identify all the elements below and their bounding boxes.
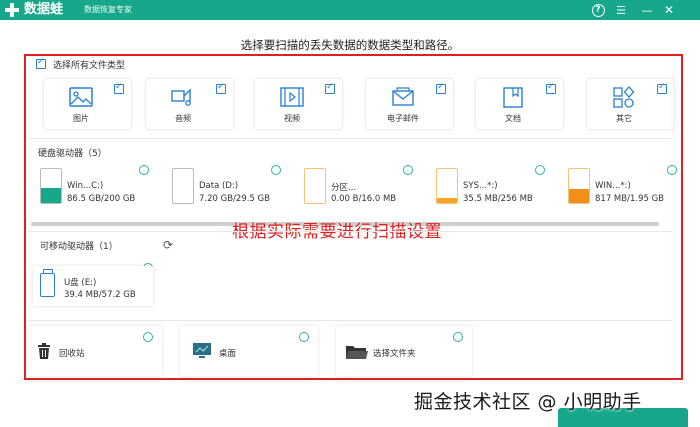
drive-icon [568, 168, 590, 204]
help-button[interactable]: ? [589, 1, 607, 19]
section-divider [28, 138, 672, 139]
drive-icon [40, 168, 62, 204]
help-icon: ? [591, 3, 605, 17]
menu-button[interactable]: ☰ [612, 1, 630, 19]
type-label: 视频 [284, 114, 300, 123]
type-card-email[interactable]: 电子邮件 [366, 79, 453, 129]
type-checkbox[interactable] [325, 82, 335, 94]
type-card-other[interactable]: 其它 [587, 79, 674, 129]
location-radio[interactable] [299, 332, 309, 342]
drive-item[interactable]: WIN...*:) 817 MB/1.95 GB [568, 165, 698, 210]
type-card-image[interactable]: 图片 [44, 79, 131, 129]
instruction-text: 选择要扫描的丢失数据的数据类型和路径。 [240, 38, 460, 52]
removable-drives-title: 可移动驱动器（1） [40, 242, 118, 252]
drive-item[interactable]: SYS...*:) 35.5 MB/256 MB [436, 165, 566, 210]
drive-size: 817 MB/1.95 GB [595, 194, 665, 204]
type-label: 其它 [616, 114, 632, 123]
app-name: 数据蛙 [24, 2, 64, 17]
drive-size: 7.20 GB/29.5 GB [199, 194, 270, 204]
type-label: 文档 [505, 114, 521, 123]
drive-name: WIN...*:) [595, 181, 631, 191]
image-icon [69, 87, 93, 107]
app-logo-icon [4, 2, 20, 18]
hard-drives-title: 硬盘驱动器（5） [38, 149, 107, 159]
watermark: 掘金技术社区 @ 小明助手 [414, 391, 642, 413]
drive-item[interactable]: Win...C:) 86.5 GB/200 GB [40, 165, 170, 210]
drive-usage-fill [569, 188, 589, 203]
drive-usage-fill [437, 198, 457, 203]
usb-drive-name: U盘 (E:) [64, 278, 97, 288]
type-checkbox[interactable] [436, 82, 446, 94]
video-icon [280, 87, 304, 107]
usb-drive-size: 39.4 MB/57.2 GB [64, 290, 136, 300]
document-icon [503, 87, 523, 108]
refresh-icon[interactable]: ⟳ [163, 238, 173, 252]
drive-radio[interactable] [667, 165, 677, 175]
drive-radio[interactable] [403, 165, 413, 175]
drive-name: Win...C:) [67, 181, 104, 191]
title-bar: 数据蛙 数据恢复专家 ? ☰ — ✕ [0, 0, 700, 20]
location-label: 回收站 [59, 349, 85, 359]
type-checkbox[interactable] [546, 82, 556, 94]
location-radio[interactable] [143, 332, 153, 342]
section-divider [28, 231, 672, 232]
section-divider [28, 320, 672, 321]
drive-icon [304, 168, 326, 204]
type-label: 音频 [175, 114, 191, 123]
type-card-document[interactable]: 文档 [476, 79, 563, 129]
other-icon [613, 86, 635, 108]
email-icon [392, 87, 414, 106]
annotation-text: 根据实际需要进行扫描设置 [232, 222, 442, 242]
type-checkbox[interactable] [114, 82, 124, 94]
drive-radio[interactable] [535, 165, 545, 175]
select-all-label: 选择所有文件类型 [53, 61, 126, 71]
location-label: 桌面 [219, 349, 237, 359]
usb-drive-icon [40, 269, 55, 297]
drive-radio[interactable] [139, 165, 149, 175]
desktop-icon [193, 343, 211, 358]
type-card-video[interactable]: 视频 [255, 79, 342, 129]
drive-size: 86.5 GB/200 GB [67, 194, 136, 204]
drive-icon [436, 168, 458, 204]
drive-name: SYS...*:) [463, 181, 498, 191]
drive-name: Data (D:) [199, 181, 239, 191]
drive-item[interactable]: 分区... 0.00 B/16.0 MB [304, 165, 434, 210]
location-recycle-bin[interactable]: 回收站 [28, 326, 162, 376]
close-button[interactable]: ✕ [660, 1, 678, 19]
recycle-bin-icon [38, 343, 50, 359]
drive-size: 0.00 B/16.0 MB [331, 194, 397, 204]
app-subtitle: 数据恢复专家 [84, 5, 132, 14]
type-checkbox[interactable] [216, 82, 226, 94]
select-all-checkbox[interactable] [36, 57, 46, 69]
location-radio[interactable] [453, 332, 463, 342]
type-label: 图片 [73, 114, 89, 123]
usb-drive-item[interactable]: U盘 (E:) 39.4 MB/57.2 GB [33, 266, 153, 306]
drive-item[interactable]: Data (D:) 7.20 GB/29.5 GB [172, 165, 302, 210]
type-label: 电子邮件 [387, 114, 419, 123]
drive-icon [172, 168, 194, 204]
music-icon [171, 88, 191, 106]
location-choose-folder[interactable]: 选择文件夹 [336, 326, 472, 376]
minimize-button[interactable]: — [638, 1, 656, 19]
folder-icon [346, 346, 368, 359]
type-card-audio[interactable]: 音频 [146, 79, 233, 129]
type-checkbox[interactable] [657, 82, 667, 94]
drive-name: 分区... [331, 183, 357, 193]
drive-radio[interactable] [271, 165, 281, 175]
drive-usage-fill [41, 188, 61, 203]
location-label: 选择文件夹 [373, 349, 416, 359]
location-desktop[interactable]: 桌面 [180, 326, 318, 376]
drive-size: 35.5 MB/256 MB [463, 194, 533, 204]
